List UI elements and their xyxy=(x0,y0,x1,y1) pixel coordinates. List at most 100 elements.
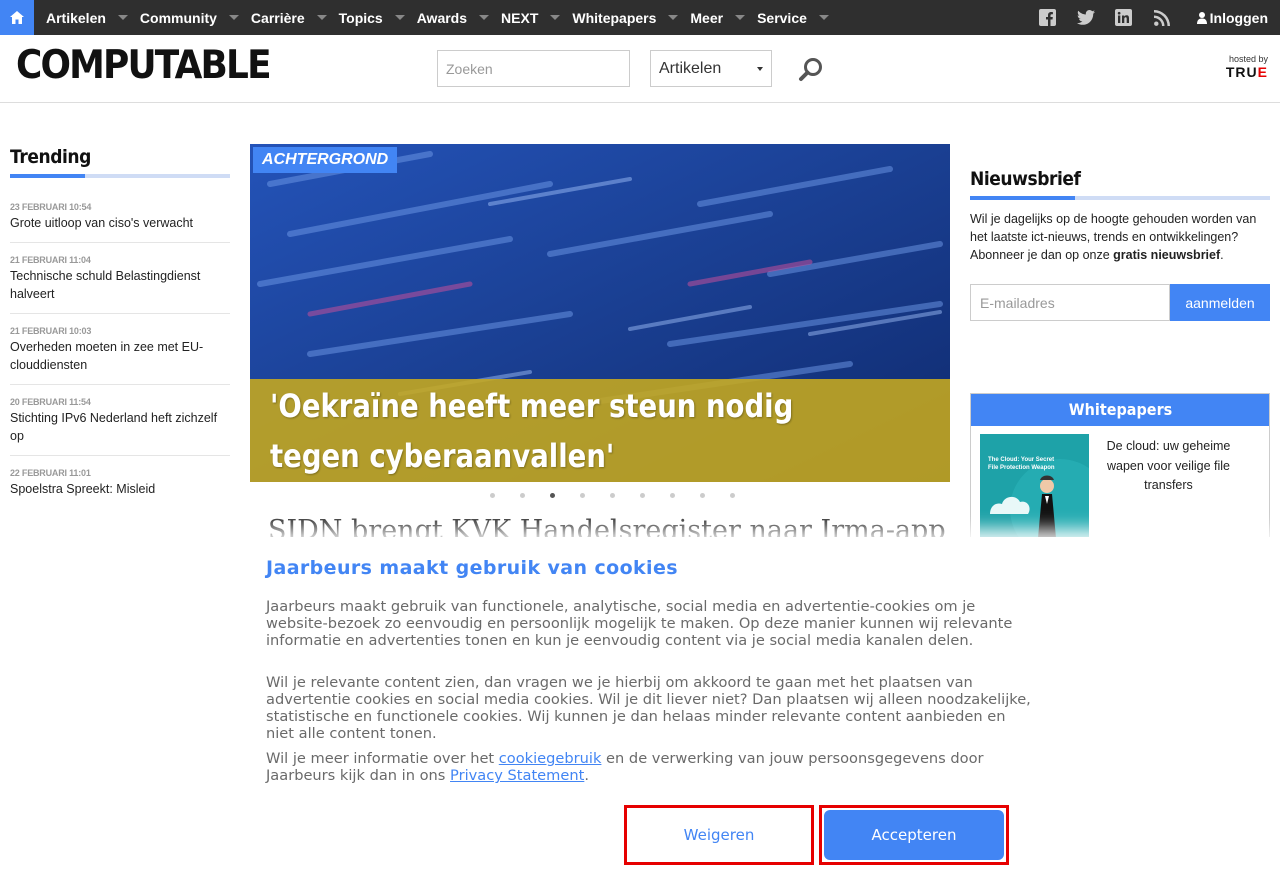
nav-item-awards[interactable]: Awards xyxy=(405,0,490,35)
home-button[interactable] xyxy=(0,0,34,35)
slider-dot[interactable] xyxy=(700,493,705,498)
top-navigation: Artikelen Community Carrière Topics Awar… xyxy=(0,0,1280,35)
nav-item-meer[interactable]: Meer xyxy=(678,0,746,35)
chevron-down-icon xyxy=(117,15,128,20)
hero-slide[interactable]: ACHTERGROND 'Oekraïne heeft meer steun n… xyxy=(250,144,950,482)
whitepaper-title[interactable]: De cloud: uw geheime wapen voor veilige … xyxy=(1101,437,1236,496)
trending-title-link[interactable]: Overheden moeten in zee met EU-clouddien… xyxy=(10,338,230,374)
trending-title-link[interactable]: Technische schuld Belastingdienst halvee… xyxy=(10,267,230,303)
whitepapers-title: Whitepapers xyxy=(971,394,1269,426)
hosted-by-label: hosted by xyxy=(1228,54,1268,64)
nav-label: Whitepapers xyxy=(572,9,657,26)
nav-label: Meer xyxy=(690,9,724,26)
trending-item[interactable]: 20 FEBRUARI 11:54 Stichting IPv6 Nederla… xyxy=(10,385,230,456)
cookie-policy-link[interactable]: cookiegebruik xyxy=(499,750,602,767)
cookie-title: Jaarbeurs maakt gebruik van cookies xyxy=(266,557,678,579)
nav-label: Topics xyxy=(338,9,383,26)
slider-dot[interactable] xyxy=(670,493,675,498)
slider-dot[interactable] xyxy=(520,493,525,498)
trending-item[interactable]: 22 FEBRUARI 11:01 Spoelstra Spreekt: Mis… xyxy=(10,456,230,508)
hosted-by[interactable]: hosted by TRUE xyxy=(1226,54,1268,80)
chevron-down-icon xyxy=(735,15,746,20)
trending-section: Trending 23 FEBRUARI 10:54 Grote uitloop… xyxy=(10,146,230,508)
trending-date: 21 FEBRUARI 11:04 xyxy=(10,255,91,265)
chevron-down-icon xyxy=(818,15,829,20)
social-links: Inloggen xyxy=(1029,0,1280,35)
whitepapers-title-text: Whitepapers xyxy=(1068,400,1172,419)
trending-date: 23 FEBRUARI 10:54 xyxy=(10,202,92,212)
newsletter-form: E-mailadres aanmelden xyxy=(970,284,1270,321)
trending-date: 20 FEBRUARI 11:54 xyxy=(10,397,91,407)
slider-dot[interactable] xyxy=(610,493,615,498)
nav-item-artikelen[interactable]: Artikelen xyxy=(34,0,128,35)
cookie-text-2: Wil je relevante content zien, dan vrage… xyxy=(266,674,1031,742)
login-button[interactable]: Inloggen xyxy=(1196,9,1268,26)
slider-dot[interactable] xyxy=(490,493,495,498)
section-underline xyxy=(970,196,1270,200)
chevron-down-icon xyxy=(316,15,327,20)
whitepaper-cover-art xyxy=(980,434,1110,552)
hero-title[interactable]: 'Oekraïne heeft meer steun nodig tegen c… xyxy=(270,381,838,481)
select-arrow-icon xyxy=(757,66,763,71)
user-icon xyxy=(1196,11,1207,24)
nav-item-carriere[interactable]: Carrière xyxy=(239,0,327,35)
trending-title-link[interactable]: Stichting IPv6 Nederland heft zichzelf o… xyxy=(10,409,230,445)
trending-item[interactable]: 21 FEBRUARI 10:03 Overheden moeten in ze… xyxy=(10,314,230,385)
chevron-down-icon xyxy=(668,15,679,20)
rss-icon[interactable] xyxy=(1153,9,1171,27)
chevron-down-icon xyxy=(550,15,561,20)
login-label: Inloggen xyxy=(1209,9,1268,26)
email-placeholder: E-mailadres xyxy=(980,294,1055,311)
trending-title-link[interactable]: Spoelstra Spreekt: Misleid xyxy=(10,480,230,498)
slider-dot[interactable] xyxy=(730,493,735,498)
search-scope-select[interactable]: Artikelen xyxy=(650,50,772,87)
newsletter-text: Wil je dagelijks op de hoogte gehouden w… xyxy=(970,210,1270,264)
slider-dot[interactable] xyxy=(640,493,645,498)
newsletter-text-part: . xyxy=(1220,248,1224,262)
search-icon xyxy=(799,58,822,81)
nav-label: Awards xyxy=(416,9,468,26)
search-scope-value: Artikelen xyxy=(659,59,722,77)
slider-pagination xyxy=(490,493,760,498)
subscribe-button[interactable]: aanmelden xyxy=(1170,284,1270,321)
nav-label: NEXT xyxy=(501,9,539,26)
nav-item-topics[interactable]: Topics xyxy=(327,0,405,35)
nav-item-whitepapers[interactable]: Whitepapers xyxy=(560,0,679,35)
cookie-text-1: Jaarbeurs maakt gebruik van functionele,… xyxy=(266,598,1013,649)
newsletter-text-bold: gratis nieuwsbrief xyxy=(1113,248,1221,262)
cookie-text-3: Wil je meer informatie over het cookiege… xyxy=(266,750,1036,784)
trending-item[interactable]: 23 FEBRUARI 10:54 Grote uitloop van ciso… xyxy=(10,178,230,243)
trending-item[interactable]: 21 FEBRUARI 11:04 Technische schuld Bela… xyxy=(10,243,230,314)
accept-button-frame[interactable]: Accepteren xyxy=(819,805,1009,865)
slider-dot[interactable] xyxy=(580,493,585,498)
search-button[interactable] xyxy=(798,57,826,85)
chevron-down-icon xyxy=(479,15,490,20)
true-logo: TRUE xyxy=(1226,64,1268,80)
nav-item-next[interactable]: NEXT xyxy=(489,0,561,35)
email-field[interactable]: E-mailadres xyxy=(970,284,1170,321)
facebook-icon[interactable] xyxy=(1039,9,1057,27)
home-icon xyxy=(10,11,24,24)
whitepaper-thumbnail[interactable]: The Cloud: Your Secret File Protection W… xyxy=(980,434,1110,552)
section-underline xyxy=(10,174,230,178)
slider-dot-active[interactable] xyxy=(550,493,555,498)
category-badge[interactable]: ACHTERGROND xyxy=(253,147,398,173)
trending-title: Trending xyxy=(10,146,91,168)
twitter-icon[interactable] xyxy=(1076,9,1095,27)
article-title[interactable]: SIDN brengt KVK Handelsregister naar Irm… xyxy=(268,515,946,537)
site-logo[interactable]: COMPUTABLE xyxy=(16,43,272,88)
nav-item-community[interactable]: Community xyxy=(128,0,239,35)
trending-title-link[interactable]: Grote uitloop van ciso's verwacht xyxy=(10,214,230,232)
cookie-banner: Jaarbeurs maakt gebruik van cookies Jaar… xyxy=(0,537,1280,887)
accept-button[interactable]: Accepteren xyxy=(824,810,1004,860)
privacy-statement-link[interactable]: Privacy Statement xyxy=(450,767,584,784)
nav-label: Artikelen xyxy=(46,9,106,26)
hero-title-overlay[interactable]: 'Oekraïne heeft meer steun nodig tegen c… xyxy=(250,379,950,482)
nav-item-service[interactable]: Service xyxy=(745,0,829,35)
nav-label: Service xyxy=(757,9,807,26)
search-input[interactable]: Zoeken xyxy=(437,50,630,87)
search-placeholder: Zoeken xyxy=(446,60,493,77)
refuse-button[interactable]: Weigeren xyxy=(624,805,814,865)
nav-label: Community xyxy=(139,9,217,26)
linkedin-icon[interactable] xyxy=(1115,9,1133,27)
